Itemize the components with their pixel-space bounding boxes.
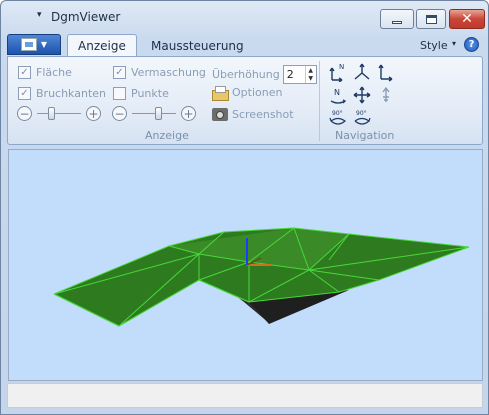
tab-anzeige[interactable]: Anzeige [67, 34, 137, 57]
screenshot-label: Screenshot [232, 108, 294, 121]
minimize-button[interactable] [380, 9, 414, 29]
application-menu-button[interactable]: ▼ [7, 34, 61, 55]
checkbox-vermaschung-label: Vermaschung [131, 66, 206, 79]
maximize-icon [425, 14, 437, 24]
zoom-out-button-1[interactable]: − [17, 106, 32, 121]
checkbox-bruchkanten[interactable]: ✓ Bruchkanten [18, 87, 106, 100]
zoom-slider-1[interactable] [35, 106, 83, 121]
zoom-extent-icon[interactable] [376, 85, 396, 105]
north-label-2: N [334, 88, 340, 97]
ueberhoehung-label: Überhöhung [212, 68, 280, 81]
style-chevron-icon[interactable]: ▾ [452, 39, 456, 48]
zoom-slider-1-thumb[interactable] [48, 107, 55, 120]
ueberhoehung-spinner[interactable]: 2 ▲ ▼ [282, 65, 317, 84]
close-icon: ✕ [461, 11, 473, 27]
spinner-arrows-icon[interactable]: ▲ ▼ [304, 66, 316, 83]
checkbox-flaeche-box[interactable]: ✓ [18, 66, 31, 79]
checkbox-punkte-label: Punkte [131, 87, 169, 100]
chevron-down-icon: ▼ [40, 40, 48, 49]
ueberhoehung-control: Überhöhung 2 ▲ ▼ [212, 65, 317, 84]
checkbox-vermaschung-box[interactable]: ✓ [113, 66, 126, 79]
ribbon-tab-row: ▼ Anzeige Maussteuerung Style ▾ ? [1, 31, 488, 57]
title-bar: ▾ DgmViewer ✕ [1, 1, 488, 31]
zoom-control-2: − + [112, 106, 196, 121]
group-label-anzeige: Anzeige [145, 129, 189, 142]
zoom-control-1: − + [17, 106, 101, 121]
maximize-button[interactable] [416, 9, 446, 29]
checkbox-bruchkanten-box[interactable]: ✓ [18, 87, 31, 100]
screenshot-button[interactable]: Screenshot [212, 108, 294, 121]
checkbox-punkte[interactable]: Punkte [113, 87, 169, 100]
minimize-icon [392, 20, 402, 24]
status-bar [7, 383, 483, 408]
rotate-90-left-icon[interactable]: 90° [328, 107, 348, 127]
style-menu[interactable]: Style [420, 39, 448, 52]
pan-move-icon[interactable] [352, 85, 372, 105]
ribbon-panel: ✓ Fläche ✓ Bruchkanten ✓ Vermaschung Pun… [7, 56, 483, 145]
help-icon[interactable]: ? [464, 37, 479, 52]
quick-access-menu-arrow[interactable]: ▾ [37, 10, 42, 20]
rotate-right-label: 90° [356, 110, 367, 117]
checkbox-bruchkanten-label: Bruchkanten [36, 87, 107, 100]
camera-icon [212, 108, 228, 121]
checkbox-vermaschung[interactable]: ✓ Vermaschung [113, 66, 206, 79]
zoom-in-button-2[interactable]: + [181, 106, 196, 121]
dgmviewer-window: ▾ DgmViewer ✕ ▼ Anzeige Maussteuerung St… [0, 0, 489, 415]
optionen-label: Optionen [232, 86, 283, 99]
view-axes-right-icon[interactable] [376, 62, 396, 82]
checkbox-flaeche-label: Fläche [36, 66, 72, 79]
view-north-icon[interactable]: N [328, 85, 348, 105]
3d-viewport[interactable] [8, 149, 483, 381]
view-north-left-icon[interactable]: N [328, 62, 348, 82]
rotate-90-right-icon[interactable]: 90° [352, 107, 372, 127]
options-folder-icon [212, 86, 229, 101]
zoom-slider-2[interactable] [130, 106, 178, 121]
close-button[interactable]: ✕ [449, 9, 485, 29]
zoom-slider-2-thumb[interactable] [155, 107, 162, 120]
rotate-left-label: 90° [332, 110, 343, 117]
window-title: DgmViewer [51, 10, 121, 24]
app-menu-icon [20, 38, 37, 51]
checkbox-flaeche[interactable]: ✓ Fläche [18, 66, 72, 79]
zoom-out-button-2[interactable]: − [112, 106, 127, 121]
optionen-button[interactable]: Optionen [212, 86, 283, 101]
terrain-model[interactable] [9, 150, 484, 382]
group-label-navigation: Navigation [335, 129, 395, 142]
checkbox-punkte-box[interactable] [113, 87, 126, 100]
ueberhoehung-value[interactable]: 2 [287, 68, 294, 81]
zoom-in-button-1[interactable]: + [86, 106, 101, 121]
view-axes-center-icon[interactable] [352, 62, 372, 82]
tab-maussteuerung[interactable]: Maussteuerung [141, 34, 254, 57]
group-separator [319, 61, 320, 141]
north-label-1: N [339, 63, 344, 71]
